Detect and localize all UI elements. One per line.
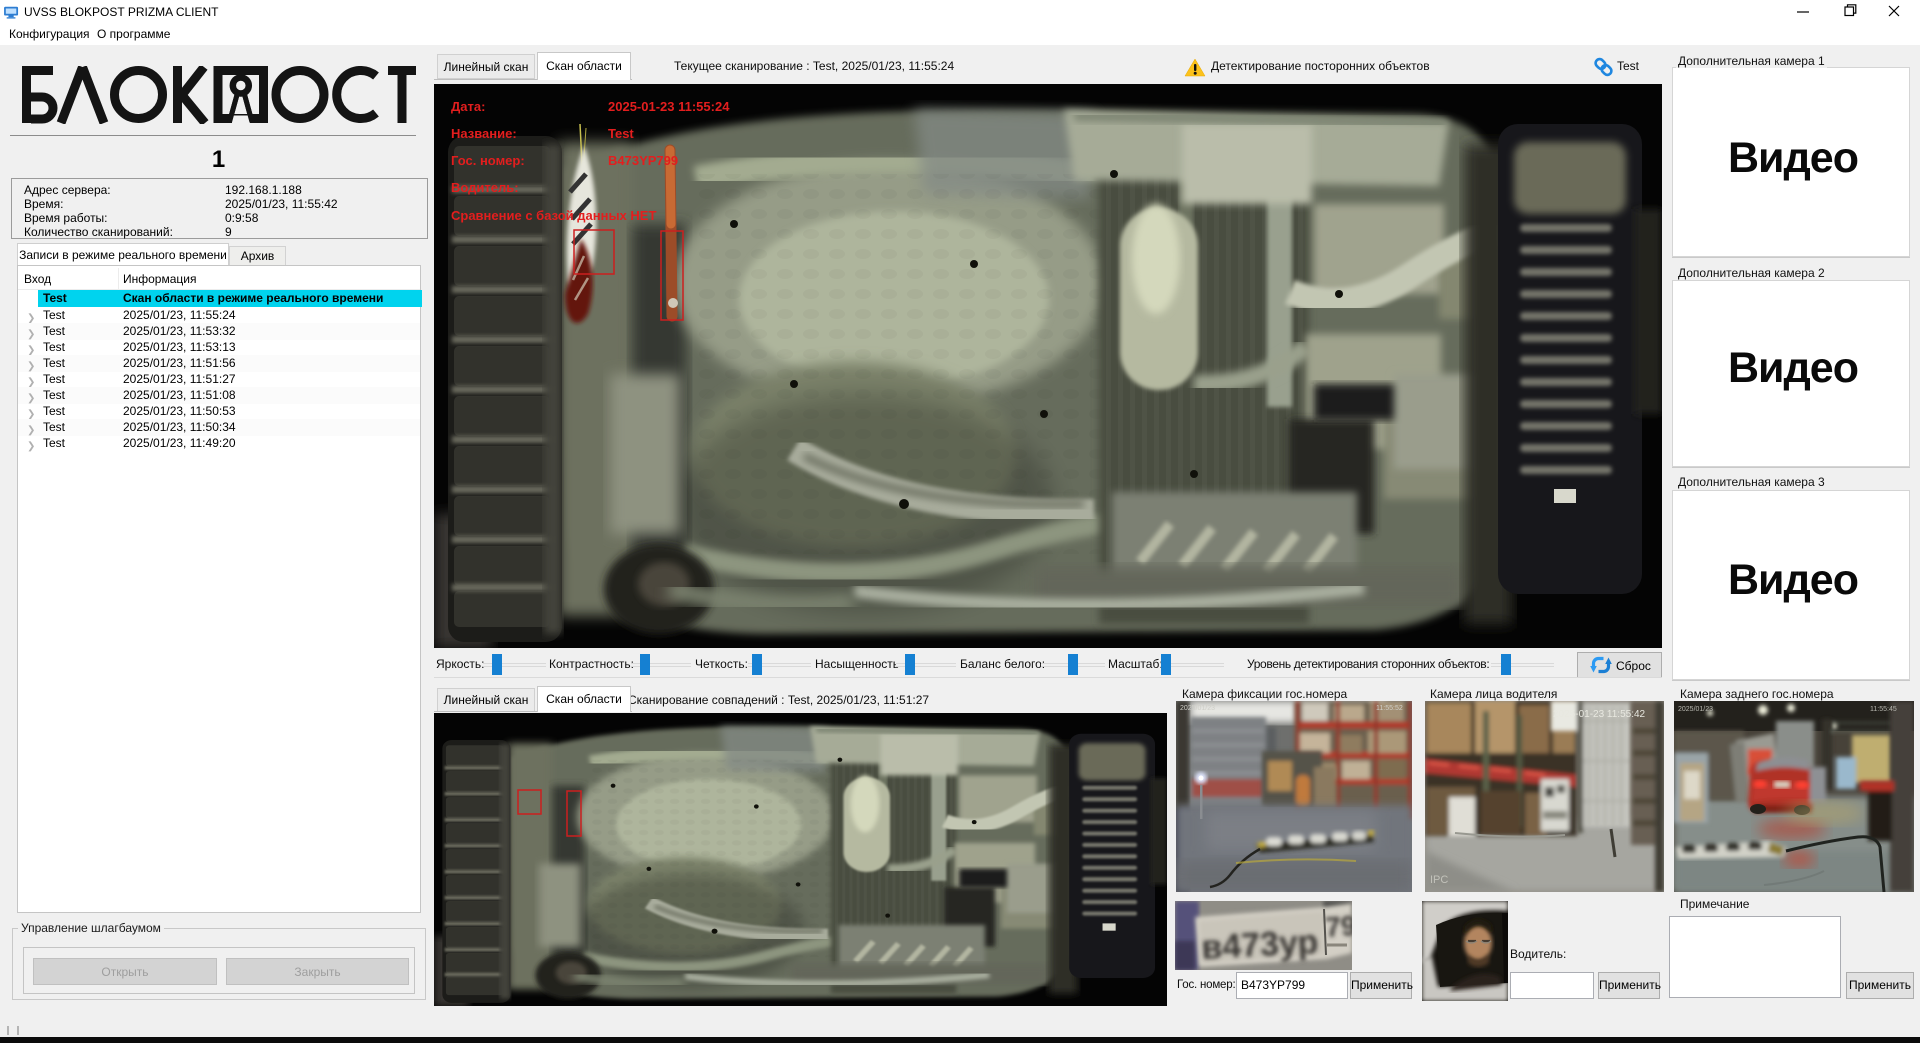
svg-text:Сравнение с базой данных НЕТ: Сравнение с базой данных НЕТ [451, 208, 656, 223]
svg-text:Test: Test [608, 126, 634, 141]
svg-text:11:55:45: 11:55:45 [1870, 706, 1897, 713]
svg-text:2025-01-23 11:55:24: 2025-01-23 11:55:24 [608, 99, 730, 114]
svg-text:79: 79 [1324, 910, 1352, 943]
svg-text:Название:: Название: [451, 126, 517, 141]
svg-text:IPC: IPC [1430, 874, 1448, 886]
svg-text:B473YP799: B473YP799 [608, 153, 678, 168]
svg-text:2025/01/23: 2025/01/23 [1678, 706, 1713, 713]
svg-text:Водитель:: Водитель: [451, 180, 519, 195]
svg-text:11:55:52: 11:55:52 [1376, 705, 1403, 712]
svg-text:Дата:: Дата: [451, 99, 485, 114]
svg-text:Гос. номер:: Гос. номер: [451, 153, 525, 168]
svg-text:2025/01/23: 2025/01/23 [1180, 705, 1215, 712]
svg-text:в473ур: в473ур [1200, 923, 1319, 967]
svg-text:2025-01-23 11:55:42: 2025-01-23 11:55:42 [1553, 709, 1646, 720]
